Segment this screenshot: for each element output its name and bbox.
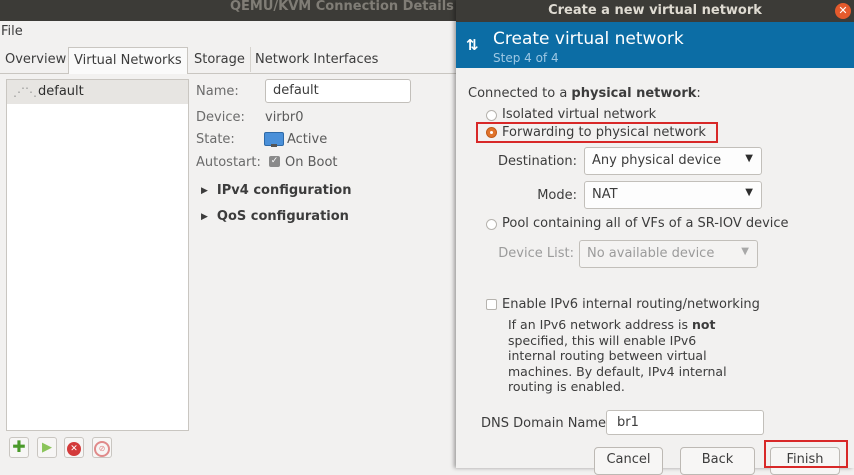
expand-triangle-icon: ▶ [201,186,208,196]
ipv4-expander[interactable]: ▶ IPv4 configuration [201,183,351,198]
radio-pool[interactable] [486,219,497,230]
ipv6-desc-bold: not [691,317,716,332]
stop-network-button[interactable]: ✕ [64,437,84,458]
start-network-button[interactable]: ▶ [37,437,57,458]
device-label: Device: [196,110,245,125]
ipv4-expander-label: IPv4 configuration [216,183,352,198]
close-icon[interactable]: ✕ [835,3,851,19]
destination-select[interactable]: Any physical device ▼ [584,147,762,175]
radio-pool-label: Pool containing all of VFs of a SR-IOV d… [502,216,789,231]
start-icon: ▶ [42,440,52,455]
device-list-select[interactable]: No available device ▼ [579,240,758,268]
mode-select[interactable]: NAT ▼ [584,181,762,209]
autostart-label: Autostart: [196,155,261,170]
device-list-label: Device List: [498,246,574,261]
chevron-down-icon: ▼ [745,153,753,164]
monitor-icon [264,132,284,147]
step-indicator: Step 4 of 4 [493,51,559,65]
connected-bold: physical network [571,86,697,101]
ipv6-desc-prefix: If an IPv6 network address is [508,317,692,332]
chevron-down-icon: ▼ [741,246,749,257]
dialog-title: Create a new virtual network [548,3,762,18]
stop-icon: ✕ [67,442,81,456]
dns-domain-field[interactable]: br1 [606,410,764,435]
tab-network-interfaces[interactable]: Network Interfaces [250,47,383,72]
tab-virtual-networks[interactable]: Virtual Networks [68,47,188,74]
delete-icon: ⊘ [94,441,110,457]
dns-domain-label: DNS Domain Name: [481,416,611,431]
network-arrows-icon: ⇅ [466,36,479,54]
menubar [0,21,456,44]
tab-storage[interactable]: Storage [189,47,251,72]
main-window-title: QEMU/KVM Connection Details [230,0,454,14]
state-value: Active [287,132,328,147]
forwarding-highlight [476,122,718,143]
header-title: Create virtual network [493,29,684,49]
cancel-button[interactable]: Cancel [594,447,663,475]
menu-file[interactable]: File [1,24,23,39]
connected-suffix: : [696,86,701,101]
device-value: virbr0 [265,110,304,125]
add-icon: ✚ [12,437,26,456]
autostart-value: On Boot [285,155,338,170]
radio-isolated[interactable] [486,110,497,121]
autostart-checkbox[interactable]: ✓ [269,156,280,167]
tab-overview[interactable]: Overview [0,47,73,72]
destination-label: Destination: [498,154,577,169]
expand-triangle-icon: ▶ [201,212,208,222]
ipv6-checkbox[interactable] [486,299,497,310]
destination-value: Any physical device [592,153,722,168]
delete-network-button[interactable]: ⊘ [92,437,112,458]
connected-prefix: Connected to a [468,86,572,101]
name-label: Name: [196,84,239,99]
qos-expander-label: QoS configuration [216,209,349,224]
network-list-item[interactable]: ⋰⋱ default [7,80,188,104]
create-network-dialog: Create a new virtual network ✕ ⇅ Create … [456,0,854,475]
chevron-down-icon: ▼ [745,187,753,198]
back-button[interactable]: Back [680,447,755,475]
add-network-button[interactable]: ✚ [9,437,29,458]
network-list: ⋰⋱ default [6,79,189,431]
state-label: State: [196,132,235,147]
ipv6-checkbox-label: Enable IPv6 internal routing/networking [502,297,760,312]
dialog-header: ⇅ Create virtual network Step 4 of 4 [456,22,854,68]
tab-bar: Overview Virtual Networks Storage Networ… [0,47,456,74]
ipv6-desc-rest: specified, this will enable IPv6 interna… [508,332,727,395]
network-name: default [38,84,84,99]
finish-highlight [764,440,848,468]
device-list-value: No available device [587,246,715,261]
radio-isolated-label: Isolated virtual network [502,107,657,122]
connected-to-label: Connected to a physical network: [468,86,701,101]
qos-expander[interactable]: ▶ QoS configuration [201,209,349,224]
mode-label: Mode: [537,188,577,203]
network-name-field[interactable]: default [265,79,411,103]
ipv6-description: If an IPv6 network address is not specif… [508,317,738,395]
network-icon: ⋰⋱ [13,85,37,99]
mode-value: NAT [592,187,618,202]
